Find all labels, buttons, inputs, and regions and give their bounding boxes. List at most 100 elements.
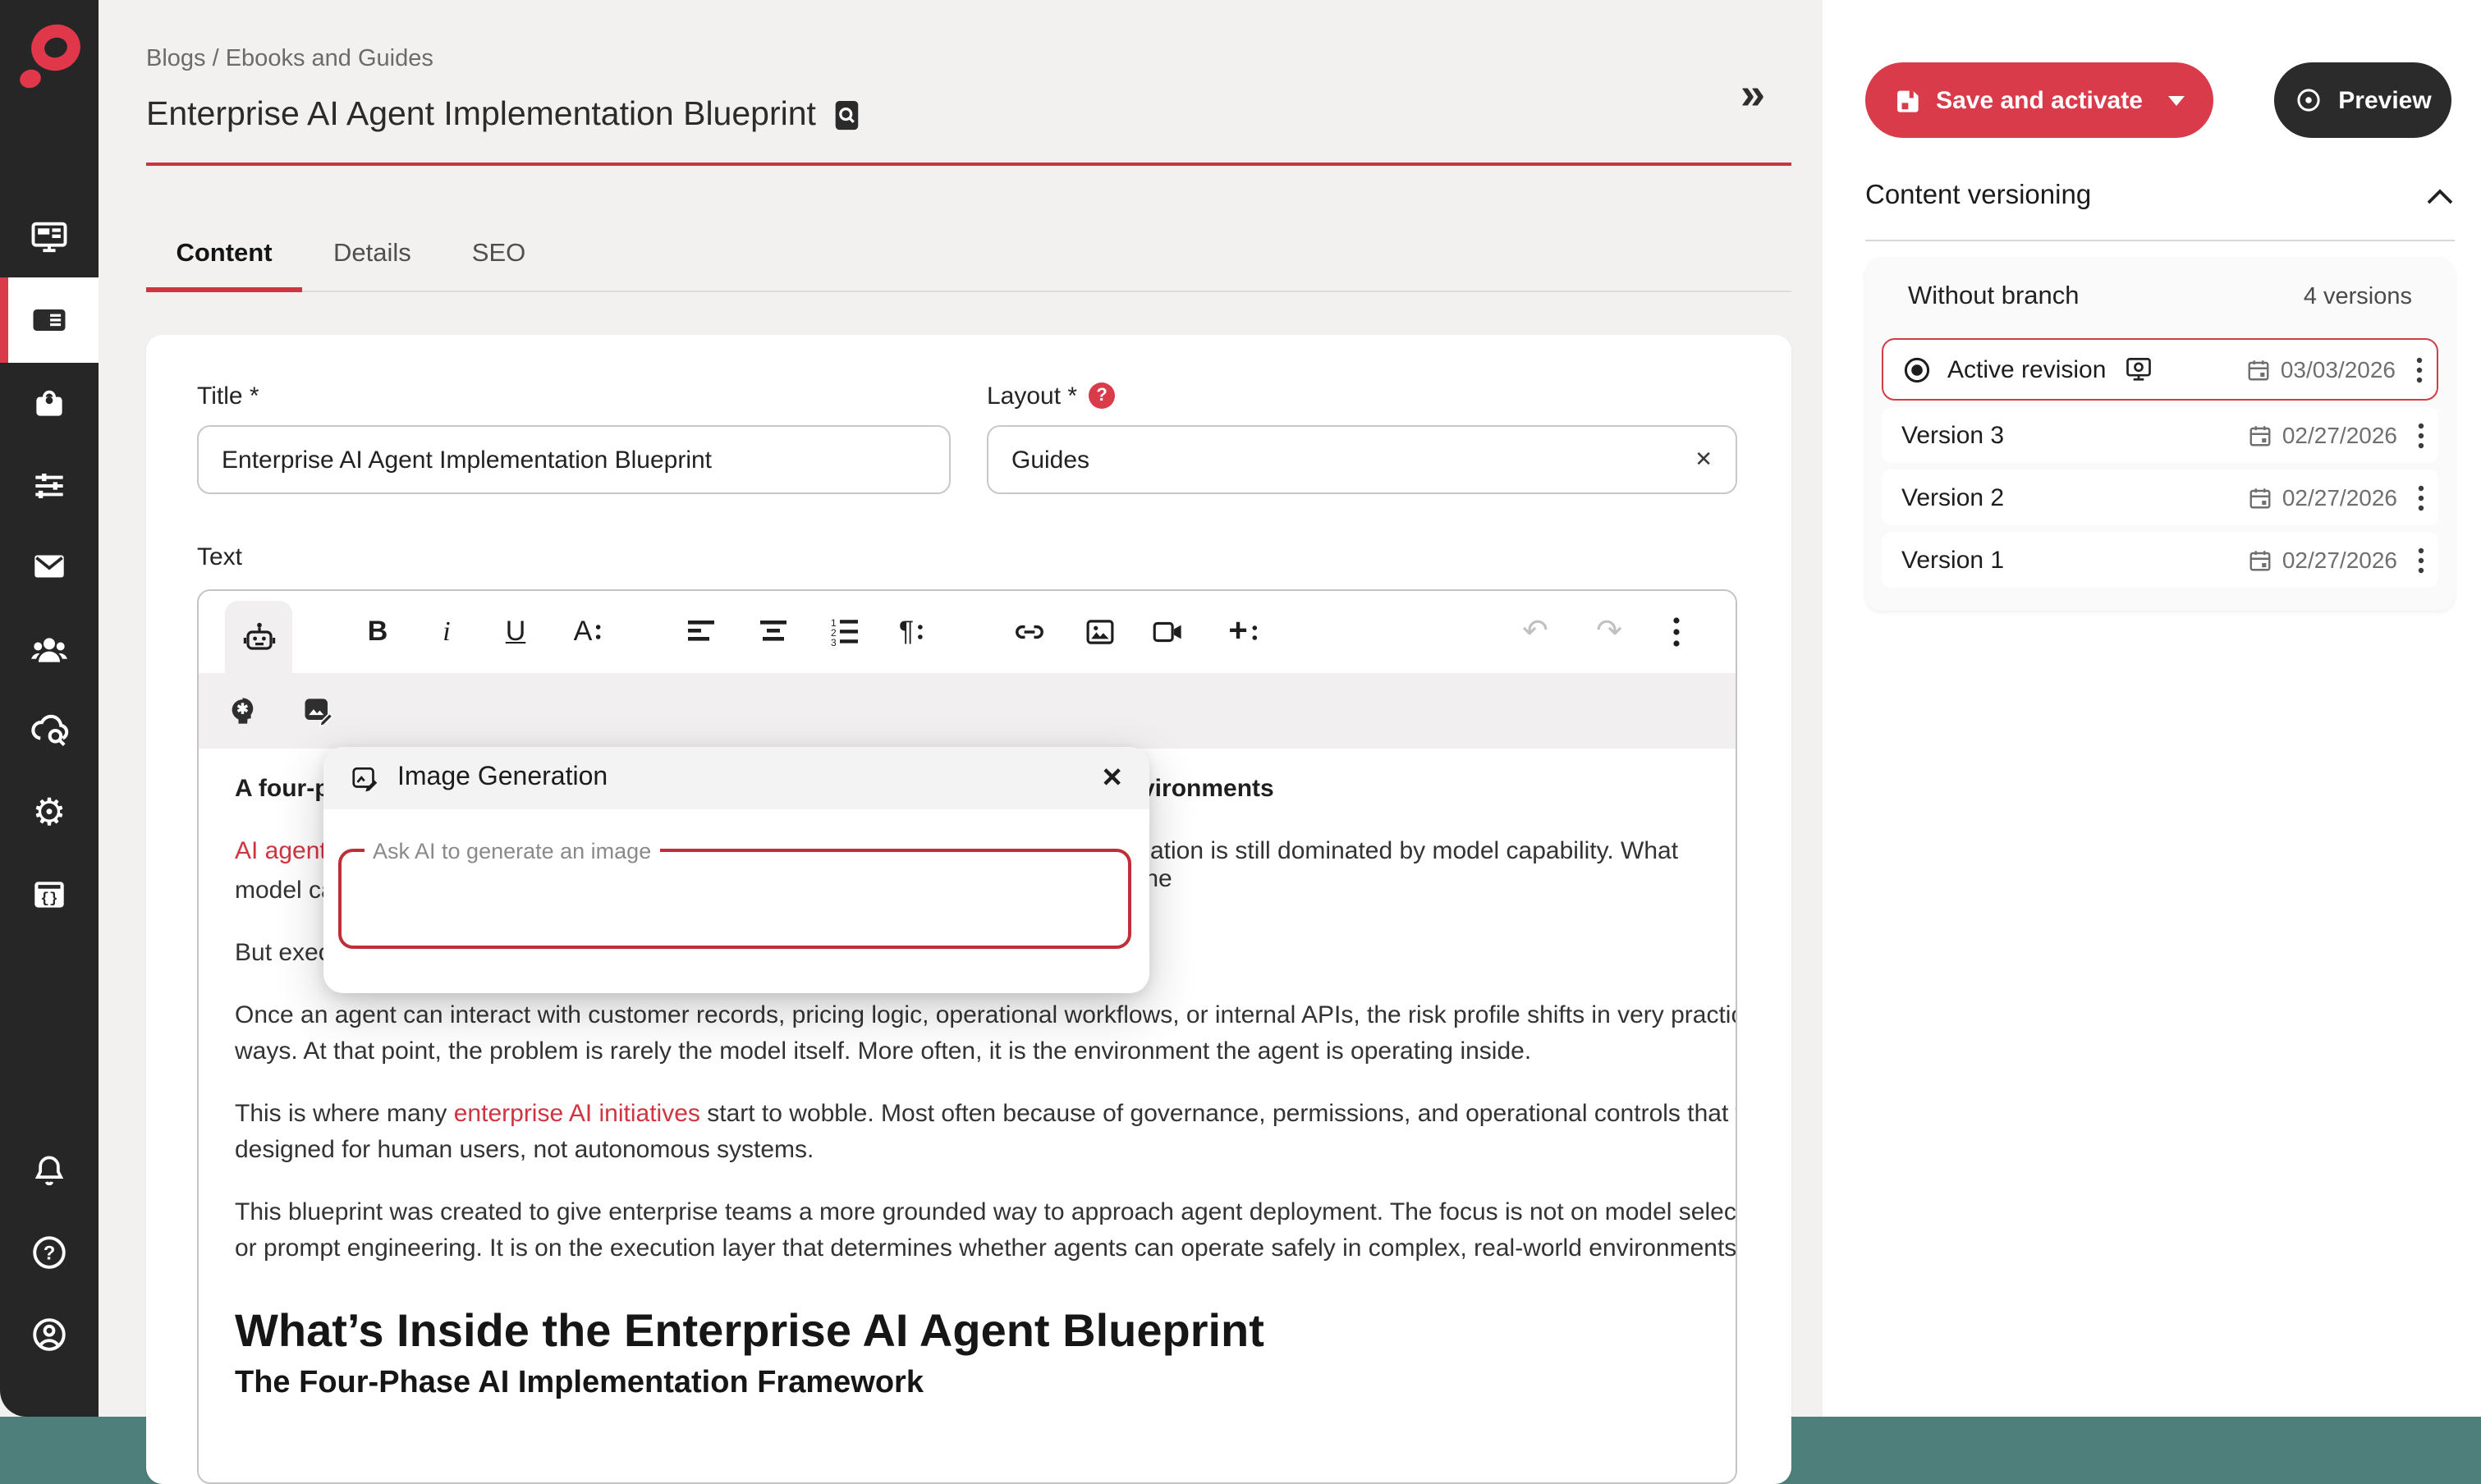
ai-assistant-button[interactable]: [225, 601, 292, 673]
preview-button[interactable]: Preview: [2274, 62, 2451, 138]
sidebar-item-websites[interactable]: [28, 217, 71, 259]
content-h1: What’s Inside the Enterprise AI Agent Bl…: [235, 1303, 1699, 1359]
kebab-menu-icon[interactable]: [2417, 483, 2425, 511]
tab-content[interactable]: Content: [146, 240, 302, 292]
eye-icon: [2294, 85, 2323, 115]
preview-button-label: Preview: [2338, 86, 2431, 114]
ordered-list-button[interactable]: 123: [828, 616, 860, 648]
version-row-active[interactable]: Active revision 03/03/2026: [1882, 338, 2438, 401]
active-indicator-bar: [0, 277, 8, 363]
collapse-panel-button[interactable]: »: [1740, 69, 1765, 120]
title-input[interactable]: [222, 446, 926, 474]
paragraph-line: Once an agent can interact with customer…: [235, 998, 1699, 1034]
caret-down-icon[interactable]: [2167, 94, 2185, 106]
kebab-menu-icon[interactable]: [2417, 421, 2425, 449]
content-link[interactable]: enterprise AI initiatives: [454, 1100, 700, 1128]
content-h2: The Four-Phase AI Implementation Framewo…: [235, 1364, 1699, 1404]
brand-logo[interactable]: [15, 16, 87, 102]
ai-brainstorm-button[interactable]: ✱: [225, 693, 261, 729]
link-button[interactable]: [1011, 614, 1048, 650]
doc-search-icon[interactable]: [831, 98, 862, 132]
sidebar-item-help[interactable]: ?: [28, 1231, 71, 1274]
content-card-icon: [28, 299, 71, 341]
cloud-search-icon: [27, 708, 71, 753]
sidebar-item-personalization[interactable]: [29, 465, 70, 506]
title-rule: [146, 163, 1791, 166]
version-date: 02/27/2026: [2282, 422, 2397, 448]
sidebar-item-commerce[interactable]: [29, 383, 70, 424]
chevron-up-icon[interactable]: [2425, 186, 2455, 206]
video-button[interactable]: [1150, 615, 1185, 649]
image-button[interactable]: [1083, 615, 1117, 649]
paragraph-fragment: sation is still dominated by model capab…: [1138, 837, 1699, 893]
tab-bar: Content Details SEO: [146, 230, 542, 292]
tab-seo[interactable]: SEO: [456, 240, 542, 292]
head-asterisk-icon: ✱: [225, 693, 261, 729]
sliders-icon: [29, 465, 70, 506]
save-icon: [1893, 86, 1921, 114]
redo-button[interactable]: ↷: [1596, 613, 1622, 651]
people-icon: [27, 628, 71, 672]
sidebar-item-content-active[interactable]: [0, 277, 99, 363]
sidebar-item-developer[interactable]: {}: [29, 874, 70, 915]
paragraph-line: This is where many: [235, 1100, 454, 1128]
version-label: Active revision: [1947, 355, 2106, 383]
sidebar-item-notifications[interactable]: [29, 1150, 70, 1191]
layout-field-label: Layout *: [987, 382, 1077, 410]
text-field-label: Text: [197, 543, 242, 571]
text-style-button[interactable]: A: [574, 616, 603, 648]
editor-toolbar: B i U A 123 ¶: [199, 591, 1736, 673]
title-input-box: [197, 425, 951, 494]
underline-button[interactable]: U: [506, 616, 526, 648]
dropdown-dots-icon: [595, 622, 602, 642]
editor-heading-left: A four-p: [235, 775, 330, 803]
modal-title: Image Generation: [397, 763, 608, 793]
right-panel: Save and activate Preview Content versio…: [1823, 0, 2481, 1417]
sidebar-item-audiences[interactable]: [27, 628, 71, 672]
version-label: Version 1: [1901, 546, 2004, 574]
undo-button[interactable]: ↶: [1522, 613, 1548, 651]
app-sidebar: ⚙ {} ?: [0, 0, 99, 1417]
close-icon[interactable]: ✕: [1101, 762, 1123, 795]
radio-selected-icon: [1903, 355, 1931, 383]
ai-prompt-field: Ask AI to generate an image: [338, 849, 1131, 949]
bold-button[interactable]: B: [368, 616, 388, 648]
rich-text-editor: B i U A 123 ¶: [197, 589, 1737, 1484]
paragraph-button[interactable]: ¶: [899, 616, 924, 648]
layout-help-icon[interactable]: ?: [1089, 382, 1115, 409]
more-options-button[interactable]: [1672, 616, 1681, 648]
image-generation-button[interactable]: [300, 693, 337, 729]
calendar-icon: [2248, 423, 2272, 447]
kebab-menu-icon[interactable]: [2415, 355, 2424, 383]
svg-text:{}: {}: [40, 891, 57, 908]
align-center-button[interactable]: [757, 616, 790, 648]
svg-text:?: ?: [44, 1243, 56, 1265]
version-date: 03/03/2026: [2281, 356, 2396, 382]
paragraph-line: This blueprint was created to give enter…: [235, 1195, 1699, 1231]
main-content: Blogs / Ebooks and Guides Enterprise AI …: [99, 0, 1823, 1417]
insert-plus-button[interactable]: +: [1228, 613, 1257, 651]
save-button-label: Save and activate: [1936, 86, 2143, 114]
layout-select[interactable]: Guides ✕: [987, 425, 1737, 494]
active-tab-underline: [146, 287, 302, 292]
version-row[interactable]: Version 3 02/27/2026: [1882, 407, 2438, 463]
gear-icon: ⚙: [32, 794, 66, 831]
align-left-button[interactable]: [685, 616, 718, 648]
kebab-menu-icon[interactable]: [2417, 546, 2425, 574]
content-link[interactable]: AI agent: [235, 837, 327, 865]
tab-details[interactable]: Details: [317, 240, 428, 292]
modal-header: Image Generation ✕: [323, 747, 1149, 809]
ai-prompt-input[interactable]: [342, 852, 1128, 946]
monitor-small-icon: [2122, 355, 2153, 384]
sidebar-item-search[interactable]: [27, 708, 71, 753]
sidebar-item-account[interactable]: [28, 1313, 71, 1356]
save-and-activate-button[interactable]: Save and activate: [1865, 62, 2213, 138]
version-row[interactable]: Version 1 02/27/2026: [1882, 532, 2438, 588]
version-row[interactable]: Version 2 02/27/2026: [1882, 469, 2438, 525]
layout-clear-button[interactable]: ✕: [1695, 447, 1713, 473]
italic-button[interactable]: i: [443, 616, 450, 648]
sidebar-item-settings[interactable]: ⚙: [32, 794, 66, 831]
breadcrumb[interactable]: Blogs / Ebooks and Guides: [146, 46, 433, 72]
sidebar-item-messaging[interactable]: [29, 546, 70, 587]
versioning-card: Without branch 4 versions Active revisio…: [1865, 258, 2455, 611]
